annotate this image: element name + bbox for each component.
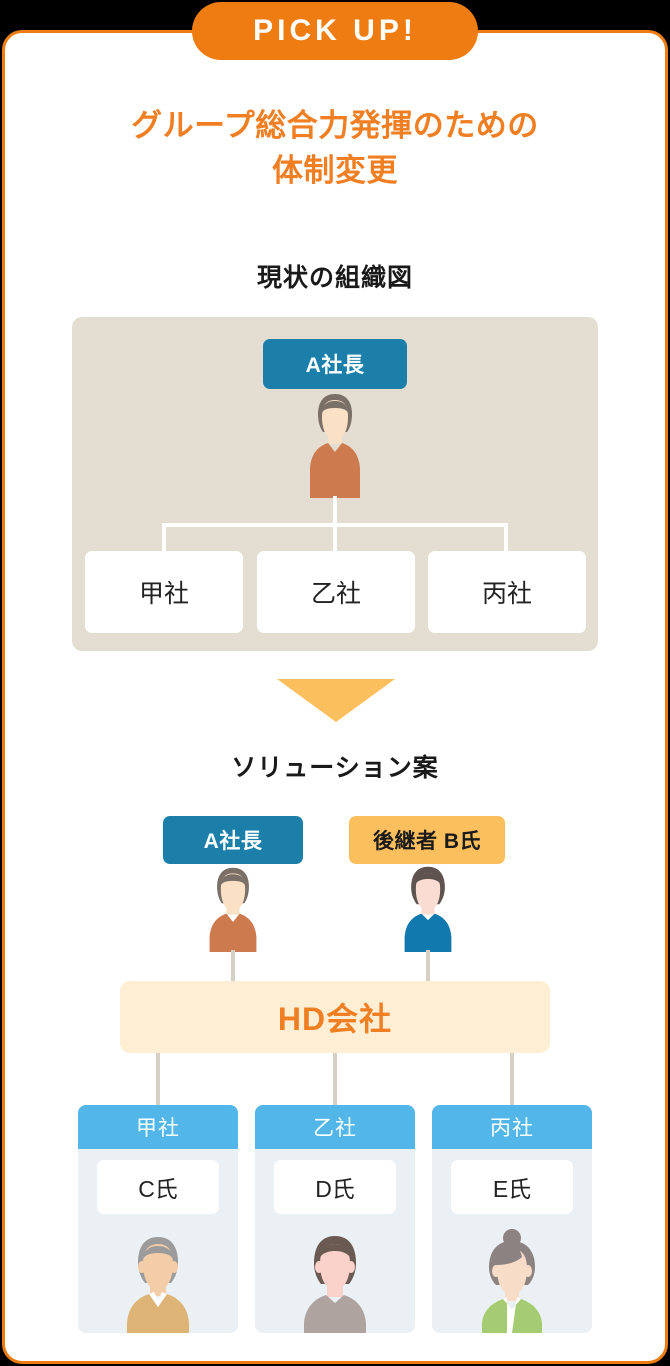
poster-canvas: PICK UP! グループ総合力発揮のための 体制変更 現状の組織図 A社長 甲… <box>0 0 670 1366</box>
holding-company-box: HD会社 <box>120 981 550 1053</box>
connector-hd-to-sub-right <box>510 1053 514 1105</box>
connector-president-to-hd <box>231 950 235 982</box>
current-company-box: 甲社 <box>85 551 243 633</box>
connector-successor-to-hd <box>426 950 430 982</box>
current-company-box: 乙社 <box>257 551 415 633</box>
senior-male-avatar <box>78 1223 238 1333</box>
pickup-badge-label: PICK UP! <box>253 14 417 47</box>
subsidiary-company-label: 乙社 <box>255 1105 415 1149</box>
female-avatar <box>432 1223 592 1333</box>
down-triangle-arrow-icon <box>277 679 395 722</box>
current-org-heading: 現状の組織図 <box>256 264 413 292</box>
subsidiary-company-label: 丙社 <box>432 1105 592 1149</box>
solution-president-badge: A社長 <box>163 816 303 864</box>
page-title: グループ総合力発揮のための 体制変更 <box>0 104 670 194</box>
current-president-badge: A社長 <box>263 339 407 389</box>
subsidiary-card: 甲社 C氏 <box>78 1105 238 1333</box>
subsidiary-card: 乙社 D氏 <box>255 1105 415 1333</box>
subsidiary-person-label: D氏 <box>274 1160 396 1214</box>
middle-male-avatar <box>255 1223 415 1333</box>
subsidiary-person-label: E氏 <box>451 1160 573 1214</box>
solution-president-avatar <box>203 864 263 952</box>
current-company-box: 丙社 <box>428 551 586 633</box>
page-title-line-2: 体制変更 <box>272 152 398 188</box>
subsidiary-company-label: 甲社 <box>78 1105 238 1149</box>
solution-successor-badge: 後継者 B氏 <box>349 816 505 864</box>
connector-hd-to-sub-left <box>156 1053 160 1105</box>
page-title-line-1: グループ総合力発揮のための <box>131 108 539 143</box>
pickup-badge: PICK UP! <box>192 2 478 60</box>
solution-heading: ソリューション案 <box>231 754 439 782</box>
subsidiary-person-label: C氏 <box>97 1160 219 1214</box>
current-president-avatar <box>303 388 367 498</box>
connector-vertical-root <box>333 496 337 526</box>
subsidiary-card: 丙社 E氏 <box>432 1105 592 1333</box>
holding-company-label: HD会社 <box>277 1001 393 1037</box>
solution-successor-avatar <box>398 864 458 952</box>
connector-hd-to-sub-center <box>333 1053 337 1105</box>
